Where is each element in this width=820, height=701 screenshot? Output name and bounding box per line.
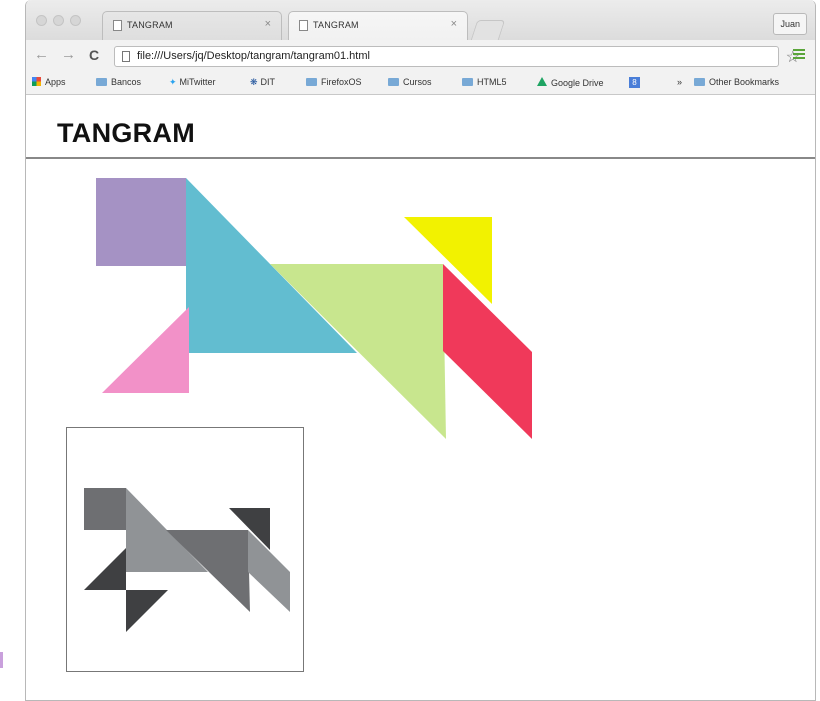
edge-marker [0, 652, 3, 668]
tangram-pieces [96, 178, 532, 439]
target-silhouette [84, 488, 290, 632]
tangram-canvas [84, 178, 532, 632]
tangram-square-purple[interactable] [96, 178, 186, 266]
silhouette-square [84, 488, 126, 530]
tangram-small-triangle-pink[interactable] [102, 307, 189, 393]
